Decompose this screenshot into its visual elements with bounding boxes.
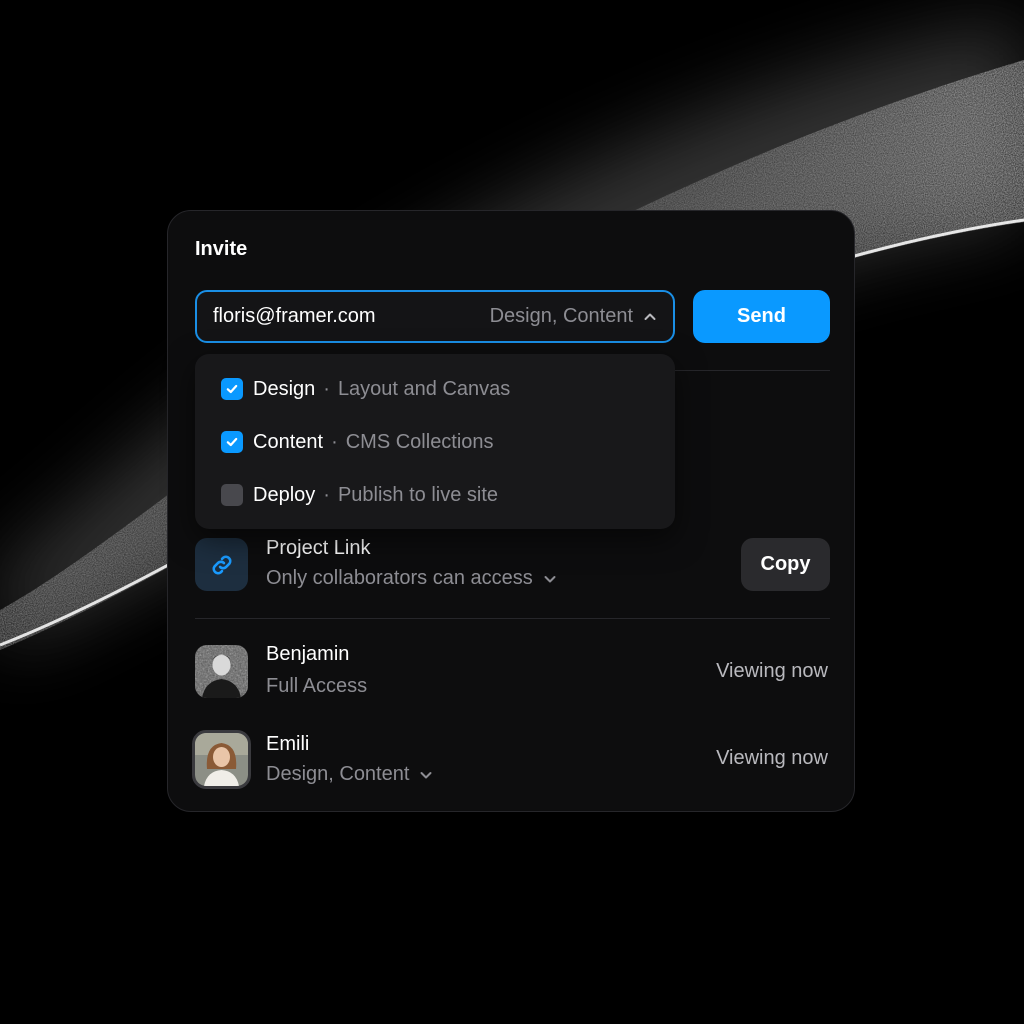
collaborator-role: Full Access [266, 675, 367, 698]
chevron-down-icon [419, 768, 433, 782]
collaborator-name: Benjamin [266, 643, 350, 665]
email-input-value[interactable]: floris@framer.com [213, 305, 490, 328]
avatar [192, 730, 251, 789]
invite-email-field[interactable]: floris@framer.com Design, Content [195, 290, 675, 343]
checkbox-checked[interactable] [221, 378, 243, 400]
roles-dropdown: Design · Layout and Canvas Content · CMS… [195, 354, 675, 529]
link-icon-tile [195, 538, 248, 591]
collaborator-role-dropdown[interactable]: Design, Content [266, 763, 433, 786]
role-option-design[interactable]: Design · Layout and Canvas [221, 376, 510, 402]
role-option-content[interactable]: Content · CMS Collections [221, 429, 494, 455]
role-option-deploy[interactable]: Deploy · Publish to live site [221, 482, 498, 508]
project-link-title: Project Link [266, 537, 371, 559]
separator-dot: · [323, 483, 330, 506]
copy-link-button[interactable]: Copy [741, 538, 830, 591]
link-access-value: Only collaborators can access [266, 567, 533, 589]
role-option-description: CMS Collections [345, 430, 494, 453]
separator-dot: · [331, 430, 338, 453]
role-option-label: Design [253, 377, 316, 400]
check-icon [226, 384, 238, 394]
checkbox-checked[interactable] [221, 431, 243, 453]
separator-dot: · [323, 377, 330, 400]
role-option-description: Publish to live site [337, 483, 499, 506]
divider [195, 618, 830, 619]
invite-title: Invite [195, 238, 248, 260]
share-panel: Invite floris@framer.com Design, Content… [167, 210, 855, 812]
presence-status: Viewing now [716, 747, 828, 769]
collaborator-role-value: Full Access [266, 675, 368, 697]
avatar [195, 645, 248, 698]
collaborator-name: Emili [266, 733, 310, 755]
chevron-up-icon[interactable] [643, 310, 657, 324]
roles-select-value[interactable]: Design, Content [490, 305, 633, 328]
role-option-label: Content [253, 430, 324, 453]
checkbox-unchecked[interactable] [221, 484, 243, 506]
link-access-dropdown[interactable]: Only collaborators can access [266, 567, 557, 590]
check-icon [226, 437, 238, 447]
presence-status: Viewing now [716, 660, 828, 682]
collaborator-role-value: Design, Content [266, 763, 410, 785]
role-option-label: Deploy [253, 483, 316, 506]
send-button[interactable]: Send [693, 290, 830, 343]
link-icon [211, 554, 232, 575]
chevron-down-icon [543, 572, 557, 586]
app-stage: Invite floris@framer.com Design, Content… [0, 0, 1024, 1024]
role-option-description: Layout and Canvas [337, 377, 511, 400]
